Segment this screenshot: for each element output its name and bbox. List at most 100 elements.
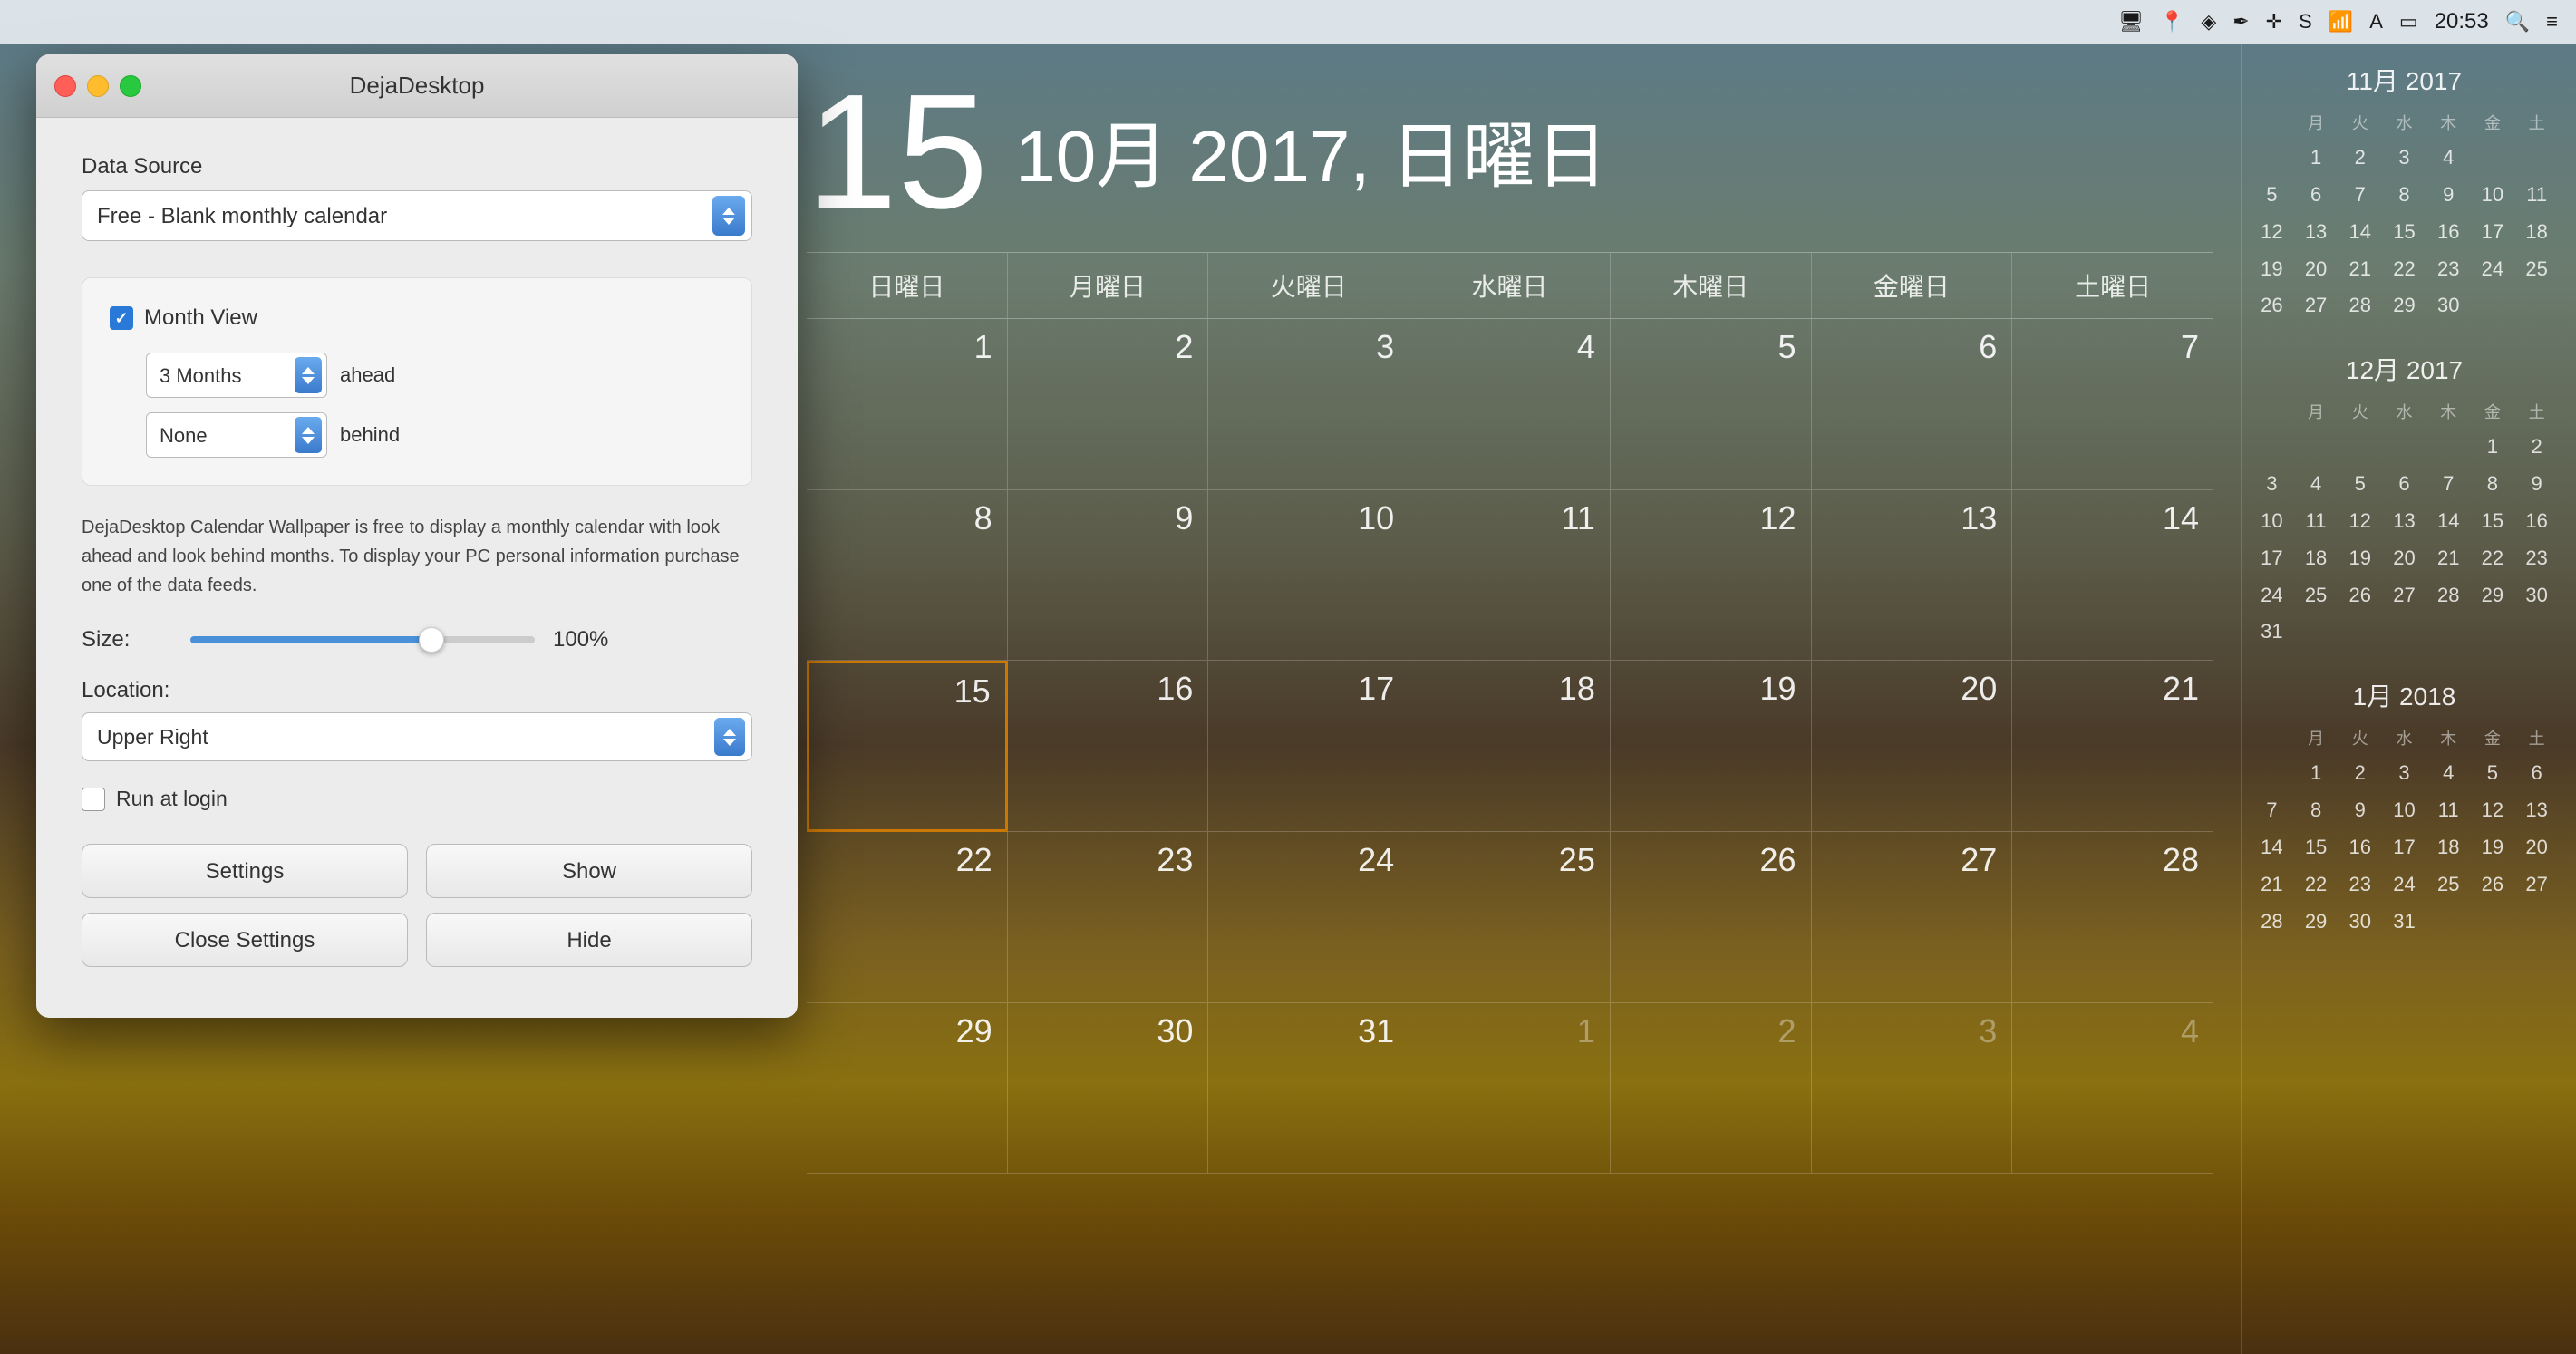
list-icon[interactable]: ≡ <box>2546 10 2558 34</box>
mini-cell: 27 <box>2295 288 2338 324</box>
cell-number: 10 <box>1223 499 1394 537</box>
mini-cell: 9 <box>2515 467 2558 502</box>
cell-number: 23 <box>1022 841 1194 879</box>
cell-number: 17 <box>1223 670 1394 708</box>
run-login-checkbox[interactable] <box>82 788 105 811</box>
day-headers: 日曜日 月曜日 火曜日 水曜日 木曜日 金曜日 土曜日 <box>807 252 2213 318</box>
mini-cell: 20 <box>2295 252 2338 287</box>
cell-number: 27 <box>1826 841 1998 879</box>
mini-header <box>2251 398 2293 428</box>
mini-cell: 10 <box>2472 178 2514 213</box>
mini-cell: 4 <box>2427 756 2470 791</box>
calendar-cell: 12 <box>1611 490 1812 662</box>
data-source-select-container: Free - Blank monthly calendar <box>82 190 752 241</box>
calendar-cell: 4 <box>1409 319 1611 490</box>
mini-cell: 25 <box>2295 578 2338 614</box>
show-button[interactable]: Show <box>426 844 752 898</box>
mini-header: 水 <box>2383 109 2426 139</box>
month-view-checkbox[interactable]: ✓ <box>110 306 133 330</box>
mini-cell: 5 <box>2472 756 2514 791</box>
mini-cell: 7 <box>2427 467 2470 502</box>
cell-number: 31 <box>1223 1012 1394 1050</box>
cell-number: 26 <box>1625 841 1796 879</box>
mini-cell: 11 <box>2427 793 2470 828</box>
search-icon[interactable]: 🔍 <box>2505 10 2530 34</box>
cell-number: 22 <box>821 841 993 879</box>
day-header-fri: 金曜日 <box>1812 253 2013 318</box>
cell-number: 9 <box>1022 499 1194 537</box>
cell-number: 30 <box>1022 1012 1194 1050</box>
mini-cell: 31 <box>2383 904 2426 940</box>
calendar-cell: 7 <box>2012 319 2213 490</box>
buttons-row-1: Settings Show <box>82 844 752 898</box>
mini-cell: 29 <box>2383 288 2426 324</box>
mini-cell <box>2295 614 2338 650</box>
calendar-cell: 30 <box>1008 1003 1209 1175</box>
settings-panel: DejaDesktop Data Source Free - Blank mon… <box>36 54 798 1018</box>
mini-cell: 24 <box>2251 578 2293 614</box>
calendar-area: 15 10月 2017, 日曜日 日曜日 月曜日 火曜日 水曜日 木曜日 金曜日… <box>780 44 2576 1354</box>
months-select[interactable]: 3 Months <box>146 353 327 398</box>
month-view-checkbox-label[interactable]: ✓ Month View <box>110 305 257 331</box>
hide-button[interactable]: Hide <box>426 913 752 967</box>
side-calendars: 11月 2017月火水木金土12345678910111213141516171… <box>2241 44 2576 1354</box>
cell-number: 13 <box>1826 499 1998 537</box>
close-settings-button[interactable]: Close Settings <box>82 913 408 967</box>
calendar-cell: 1 <box>807 319 1008 490</box>
mini-cell: 25 <box>2515 252 2558 287</box>
calendar-cell: 20 <box>1812 661 2013 832</box>
mini-cell: 4 <box>2295 467 2338 502</box>
location-select[interactable]: Upper Right <box>82 712 752 761</box>
mini-cell: 29 <box>2295 904 2338 940</box>
cell-number: 14 <box>2027 499 2199 537</box>
mini-cell: 6 <box>2515 756 2558 791</box>
close-button[interactable] <box>54 75 76 97</box>
size-row: Size: 100% <box>82 627 752 653</box>
mini-header: 木 <box>2427 398 2470 428</box>
day-header-sun: 日曜日 <box>807 253 1008 318</box>
mini-cell: 16 <box>2339 830 2381 866</box>
mini-cell: 15 <box>2472 504 2514 539</box>
calendar-month-year: 10月 2017, 日曜日 <box>1015 98 1608 203</box>
calendar-cell: 18 <box>1409 661 1611 832</box>
mini-cell: 22 <box>2472 541 2514 576</box>
calendar-header: 15 10月 2017, 日曜日 <box>807 71 2213 234</box>
move-icon: ✛ <box>2266 10 2282 34</box>
mini-cal-grid-2: 月火水木金土1234567891011121314151617181920212… <box>2251 724 2558 939</box>
mini-cell: 2 <box>2515 430 2558 465</box>
cell-number: 25 <box>1424 841 1595 879</box>
mini-cell: 13 <box>2383 504 2426 539</box>
mini-cell: 4 <box>2427 140 2470 176</box>
mini-cell: 3 <box>2383 756 2426 791</box>
settings-button[interactable]: Settings <box>82 844 408 898</box>
cell-number: 2 <box>1625 1012 1796 1050</box>
mini-cell: 27 <box>2383 578 2426 614</box>
calendar-cell: 6 <box>1812 319 2013 490</box>
mini-cell <box>2427 904 2470 940</box>
mini-cell: 14 <box>2427 504 2470 539</box>
calendar-cell: 15 <box>807 661 1008 832</box>
zoom-button[interactable] <box>120 75 141 97</box>
mini-cell: 12 <box>2251 215 2293 250</box>
mini-header: 金 <box>2472 724 2514 754</box>
size-slider[interactable] <box>190 636 535 643</box>
none-select[interactable]: None <box>146 412 327 458</box>
mini-header: 月 <box>2295 109 2338 139</box>
mini-cell: 28 <box>2251 904 2293 940</box>
calendar-cell: 24 <box>1208 832 1409 1003</box>
minimize-button[interactable] <box>87 75 109 97</box>
mini-cell: 7 <box>2339 178 2381 213</box>
data-source-select[interactable]: Free - Blank monthly calendar <box>82 190 752 241</box>
none-behind-row: None behind <box>146 412 724 458</box>
calendar-cell: 19 <box>1611 661 1812 832</box>
mini-cell <box>2251 140 2293 176</box>
mini-cell <box>2383 430 2426 465</box>
current-day-number: 15 <box>807 71 988 234</box>
calendar-cell: 1 <box>1409 1003 1611 1175</box>
location-select-container: Upper Right <box>82 712 752 761</box>
slider-thumb[interactable] <box>419 627 444 653</box>
mini-calendar-1: 12月 2017月火水木金土12345678910111213141516171… <box>2251 351 2558 650</box>
calendar-cell: 28 <box>2012 832 2213 1003</box>
cell-number: 8 <box>821 499 993 537</box>
panel-body: Data Source Free - Blank monthly calenda… <box>36 118 798 1018</box>
